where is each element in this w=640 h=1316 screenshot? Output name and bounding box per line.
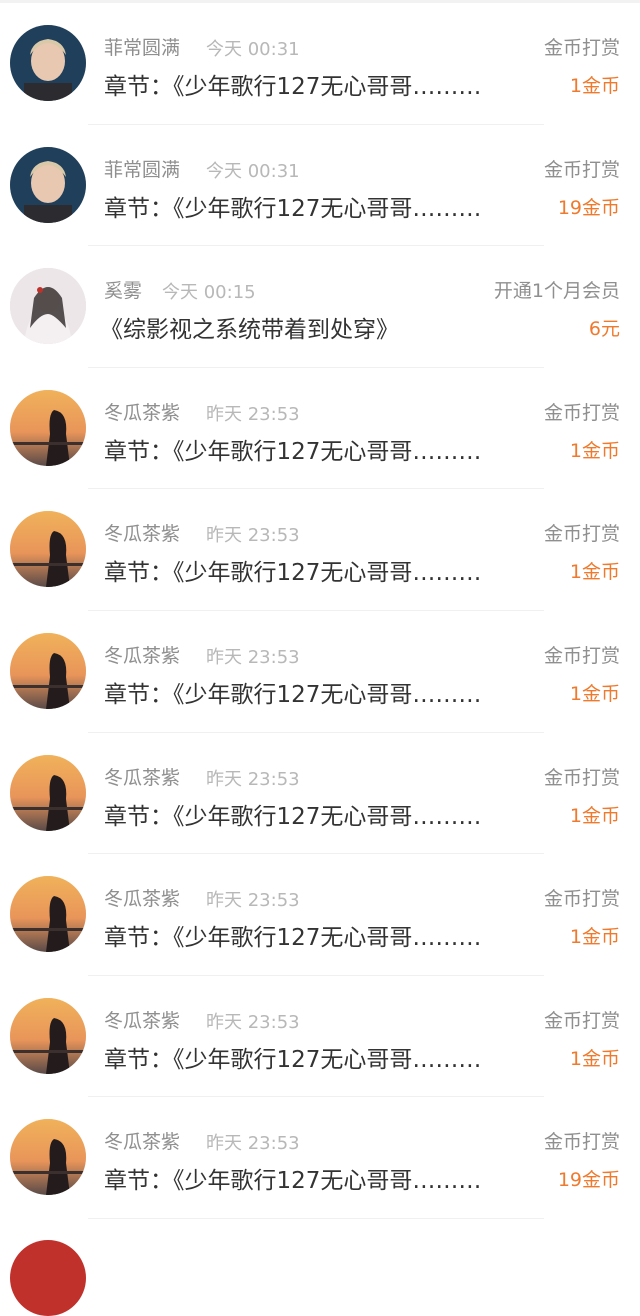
timestamp: 昨天 23:53 [206,768,300,790]
user-name[interactable]: 奚雾 [104,276,142,303]
timestamp: 昨天 23:53 [206,1133,300,1155]
record-amount: 6元 [588,318,620,341]
male-portrait-avatar [10,146,86,223]
timestamp: 今天 00:15 [162,282,256,304]
list-item[interactable]: 奚雾 今天 00:15 开通1个月会员 《综影视之系统带着到处穿》 6元 [0,246,640,368]
record-amount: 1金币 [569,75,620,97]
record-type: 金币打赏 [543,888,620,911]
illustrated-woman-avatar [10,268,86,345]
record-type: 开通1个月会员 [493,280,620,303]
sunset-girl-avatar [10,389,86,466]
record-type: 金币打赏 [543,644,620,667]
record-amount: 19金币 [557,196,620,219]
record-amount: 1金币 [569,804,620,827]
record-type: 金币打赏 [543,1131,620,1154]
timestamp: 昨天 23:53 [206,1011,300,1033]
record-description: 章节：《少年歌行127无心哥哥……… [104,925,482,952]
record-type: 金币打赏 [543,523,620,546]
male-portrait-avatar [10,25,86,101]
avatar[interactable] [10,632,86,709]
record-amount: 1金币 [569,682,620,705]
avatar[interactable] [10,754,86,831]
user-name[interactable]: 冬瓜茶紫 [104,641,180,668]
sunset-girl-avatar [10,997,86,1074]
user-name[interactable]: 冬瓜茶紫 [104,1006,180,1033]
timestamp: 昨天 23:53 [206,525,300,547]
timestamp: 今天 00:31 [206,160,300,182]
timestamp: 今天 00:31 [206,39,300,60]
record-description: 章节：《少年歌行127无心哥哥……… [104,681,482,708]
record-description: 章节：《少年歌行127无心哥哥……… [104,438,482,465]
avatar[interactable] [10,146,86,223]
record-type: 金币打赏 [543,401,620,424]
record-description: 章节：《少年歌行127无心哥哥……… [104,1168,482,1195]
record-description: 章节：《少年歌行127无心哥哥……… [104,803,482,830]
record-description: 《综影视之系统带着到处穿》 [100,317,399,344]
record-amount: 1金币 [569,439,620,462]
record-description: 章节：《少年歌行127无心哥哥……… [104,1046,482,1073]
user-name[interactable]: 菲常圆满 [104,33,180,60]
record-description: 章节：《少年歌行127无心哥哥……… [104,195,482,222]
list-item[interactable]: 冬瓜茶紫 昨天 23:53 金币打赏 章节：《少年歌行127无心哥哥……… 1金… [0,854,640,976]
timestamp: 昨天 23:53 [206,403,300,425]
user-name[interactable]: 冬瓜茶紫 [104,884,180,911]
avatar[interactable] [10,511,86,588]
sunset-girl-avatar [10,511,86,588]
list-item[interactable]: 冬瓜茶紫 昨天 23:53 金币打赏 章节：《少年歌行127无心哥哥……… 19… [0,1097,640,1219]
list-item[interactable]: 冬瓜茶紫 昨天 23:53 金币打赏 章节：《少年歌行127无心哥哥……… 1金… [0,489,640,611]
user-name[interactable]: 菲常圆满 [104,155,180,182]
record-type: 金币打赏 [543,1009,620,1032]
list-item[interactable]: 菲常圆满 今天 00:31 金币打赏 章节：《少年歌行127无心哥哥……… 1金… [0,3,640,125]
avatar[interactable] [10,997,86,1074]
record-amount: 1金币 [569,926,620,949]
sunset-girl-avatar [10,876,86,953]
list-item[interactable]: 冬瓜茶紫 昨天 23:53 金币打赏 章节：《少年歌行127无心哥哥……… 1金… [0,976,640,1098]
record-list: 菲常圆满 今天 00:31 金币打赏 章节：《少年歌行127无心哥哥……… 1金… [0,3,640,1219]
sunset-girl-avatar [10,754,86,831]
avatar[interactable] [10,389,86,466]
user-name[interactable]: 冬瓜茶紫 [104,763,180,790]
list-item[interactable]: 冬瓜茶紫 昨天 23:53 金币打赏 章节：《少年歌行127无心哥哥……… 1金… [0,611,640,733]
timestamp: 昨天 23:53 [206,646,300,668]
list-item[interactable]: 冬瓜茶紫 昨天 23:53 金币打赏 章节：《少年歌行127无心哥哥……… 1金… [0,368,640,490]
next-item-avatar[interactable] [10,1240,86,1316]
user-name[interactable]: 冬瓜茶紫 [104,1127,180,1154]
sunset-girl-avatar [10,1119,86,1196]
record-type: 金币打赏 [543,158,620,181]
record-description: 章节：《少年歌行127无心哥哥……… [104,74,482,100]
avatar[interactable] [10,876,86,953]
record-type: 金币打赏 [543,766,620,789]
sunset-girl-avatar [10,632,86,709]
list-item[interactable]: 菲常圆满 今天 00:31 金币打赏 章节：《少年歌行127无心哥哥……… 19… [0,125,640,247]
user-name[interactable]: 冬瓜茶紫 [104,398,180,425]
record-type: 金币打赏 [543,37,620,59]
record-amount: 1金币 [569,561,620,584]
record-amount: 19金币 [557,1169,620,1192]
timestamp: 昨天 23:53 [206,890,300,912]
record-amount: 1金币 [569,1047,620,1070]
avatar[interactable] [10,268,86,345]
avatar[interactable] [10,1119,86,1196]
record-description: 章节：《少年歌行127无心哥哥……… [104,560,482,587]
user-name[interactable]: 冬瓜茶紫 [104,519,180,546]
divider [88,1217,544,1219]
avatar[interactable] [10,25,86,101]
list-item[interactable]: 冬瓜茶紫 昨天 23:53 金币打赏 章节：《少年歌行127无心哥哥……… 1金… [0,733,640,855]
